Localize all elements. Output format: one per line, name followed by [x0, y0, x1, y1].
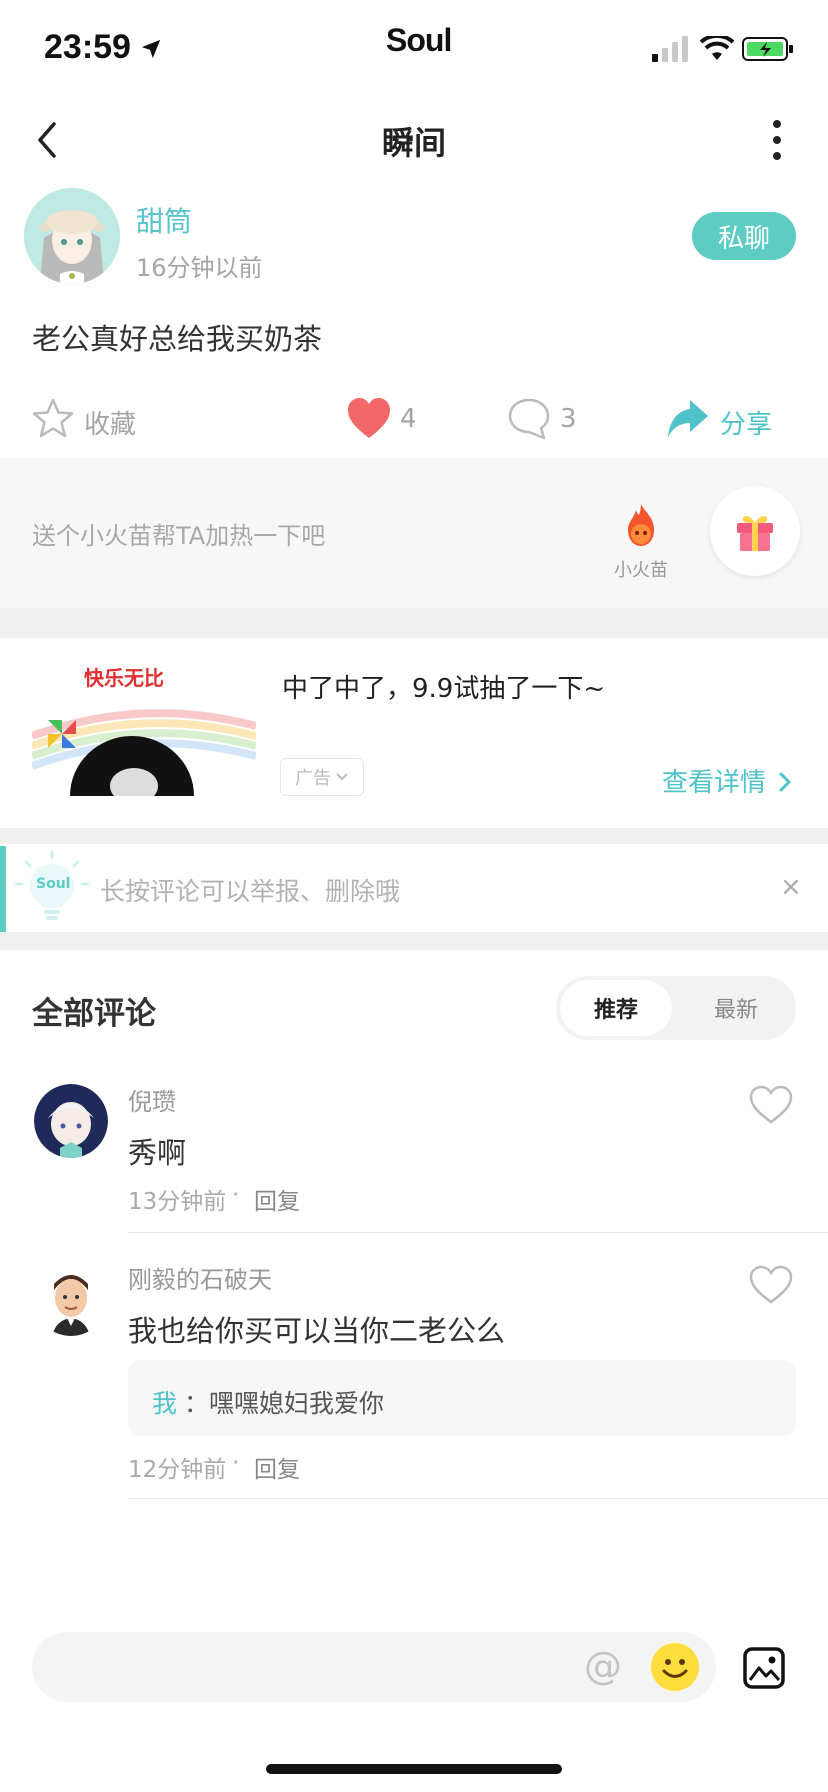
private-chat-button[interactable]: 私聊 [692, 212, 796, 260]
status-bar: 23:59 Soul [0, 0, 828, 96]
ad-details-label: 查看详情 [662, 768, 767, 798]
wifi-icon [700, 36, 734, 60]
gift-prompt: 送个小火苗帮TA加热一下吧 [32, 522, 326, 550]
comment-time: 13分钟前 [128, 1189, 227, 1215]
chevron-right-icon [779, 772, 792, 792]
battery-icon [742, 37, 793, 61]
lightbulb-icon: Soul [14, 850, 90, 926]
post-time: 16分钟以前 [136, 254, 263, 282]
gift-button[interactable] [710, 486, 800, 576]
man-avatar-icon [34, 1262, 108, 1336]
heart-outline-icon[interactable] [748, 1264, 794, 1306]
location-arrow-icon [141, 39, 161, 59]
sort-latest-tab[interactable]: 最新 [684, 980, 788, 1036]
heart-filled-icon[interactable] [346, 396, 392, 442]
page-title: 瞬间 [381, 124, 446, 162]
favorite-label[interactable]: 收藏 [84, 404, 136, 441]
reply-text: ：嘿嘿媳妇我爱你 [184, 1389, 385, 1418]
reply-button[interactable]: 回复 [254, 1182, 300, 1216]
commenter-avatar[interactable] [34, 1262, 108, 1336]
ad-tag[interactable]: 广告 [280, 758, 364, 796]
at-mention-icon[interactable]: @ [584, 1644, 622, 1688]
comment-count: 3 [560, 404, 577, 434]
share-label[interactable]: 分享 [720, 404, 772, 441]
more-options-icon[interactable] [762, 118, 792, 162]
image-picker-icon[interactable] [742, 1646, 786, 1690]
commenter-avatar[interactable] [34, 1084, 108, 1158]
comment-text: 我也给你买可以当你二老公么 [128, 1314, 506, 1348]
anime-boy-avatar-icon [34, 1084, 108, 1158]
signal-icon [652, 36, 688, 62]
carrier-label: Soul [386, 22, 452, 58]
share-icon[interactable] [664, 396, 710, 442]
comment-divider [128, 1498, 828, 1499]
gift-box-icon [737, 516, 773, 551]
comment-time: 12分钟前 [128, 1457, 227, 1483]
meta-separator: · [232, 1182, 240, 1208]
author-avatar[interactable] [24, 188, 120, 284]
ad-image[interactable]: 快乐无比 [32, 656, 256, 796]
tip-text: 长按评论可以举报、删除哦 [100, 877, 401, 906]
comment-text: 秀啊 [128, 1136, 187, 1170]
fire-label: 小火苗 [614, 560, 668, 581]
ad-image-caption: 快乐无比 [84, 666, 164, 690]
home-indicator[interactable] [266, 1764, 562, 1774]
ad-title[interactable]: 中了中了，9.9试抽了一下~ [282, 668, 605, 705]
commenter-name[interactable]: 倪瓒 [128, 1082, 176, 1117]
comment-divider [128, 1232, 828, 1233]
section-divider [0, 828, 828, 844]
fire-icon[interactable] [620, 502, 662, 548]
reply-author[interactable]: 我 [152, 1384, 177, 1420]
post-content: 老公真好总给我买奶茶 [32, 322, 323, 356]
section-divider [0, 608, 828, 638]
like-count: 4 [400, 404, 417, 434]
star-icon[interactable] [30, 396, 76, 442]
ad-tag-label: 广告 [295, 768, 331, 789]
sort-recommended-tab[interactable]: 推荐 [560, 980, 672, 1036]
close-icon[interactable]: × [780, 872, 802, 902]
soul-brand-label: Soul [36, 876, 71, 892]
author-name[interactable]: 甜筒 [136, 200, 192, 240]
heart-outline-icon[interactable] [748, 1084, 794, 1126]
status-time: 23:59 [44, 28, 131, 66]
ad-details-link[interactable]: 查看详情 [662, 762, 792, 799]
section-divider [0, 932, 828, 950]
meta-separator: · [232, 1450, 240, 1476]
emoji-icon[interactable] [650, 1642, 700, 1692]
reply-button[interactable]: 回复 [254, 1450, 300, 1484]
comment-icon[interactable] [506, 396, 552, 442]
tip-accent [0, 846, 6, 932]
comments-title: 全部评论 [32, 996, 156, 1032]
commenter-name[interactable]: 刚毅的石破天 [128, 1260, 272, 1295]
girl-avatar-icon [24, 188, 120, 284]
chevron-down-icon [336, 773, 348, 781]
